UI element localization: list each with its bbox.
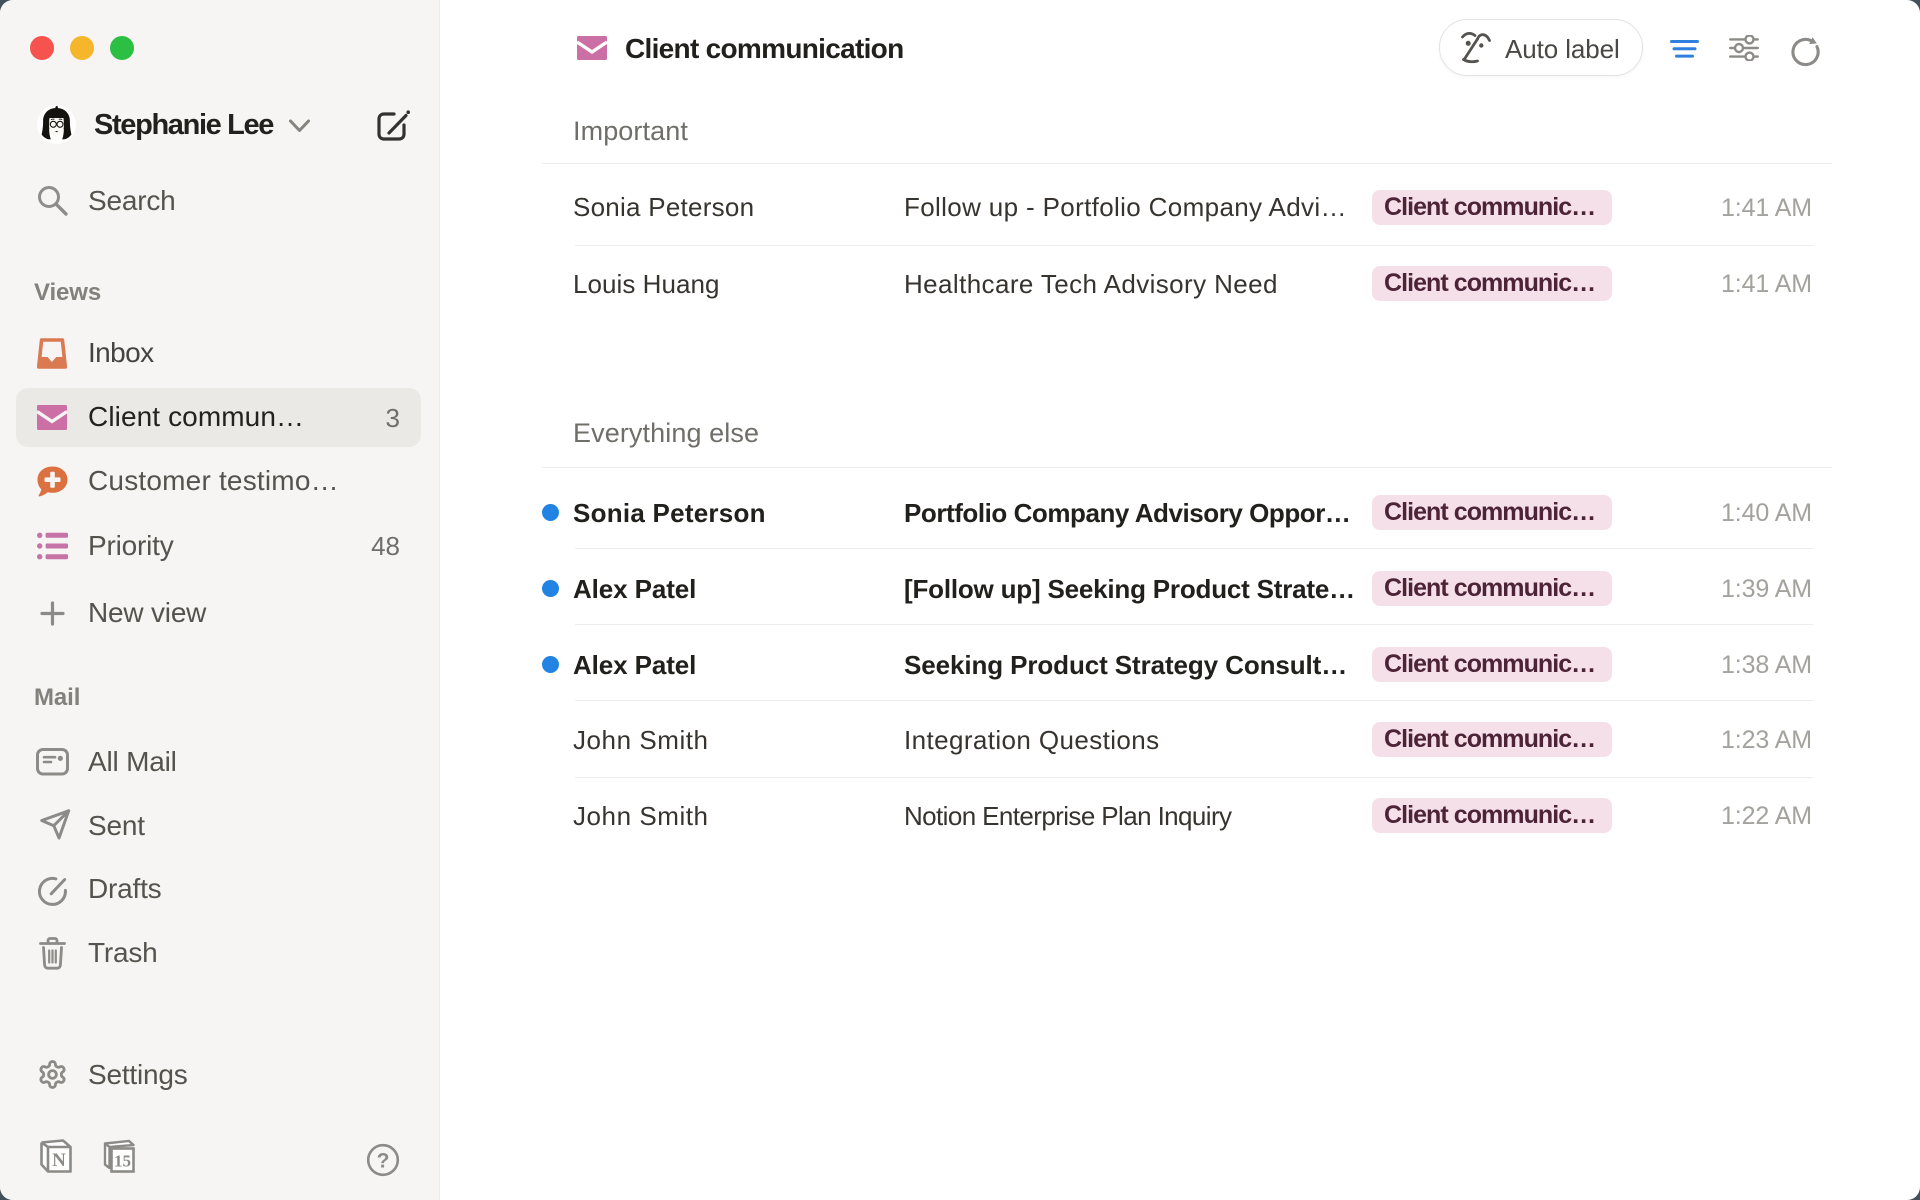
svg-text:N: N <box>52 1150 66 1171</box>
svg-text:?: ? <box>377 1150 390 1173</box>
svg-text:15: 15 <box>114 1152 131 1171</box>
